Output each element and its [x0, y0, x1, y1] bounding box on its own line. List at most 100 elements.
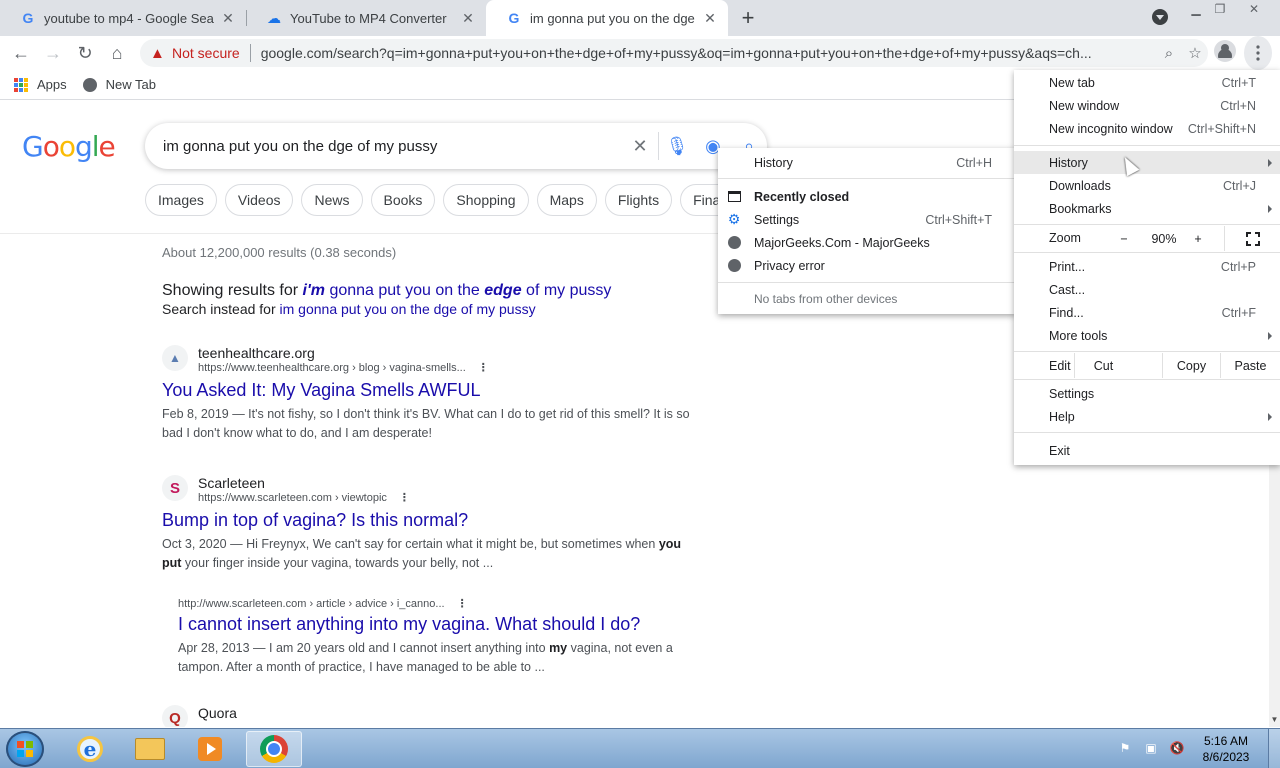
menu-help[interactable]: Help — [1014, 405, 1280, 428]
cut-button[interactable]: Cut — [1074, 353, 1132, 378]
action-center-flag-icon[interactable]: ⚑ — [1118, 741, 1132, 755]
copy-button[interactable]: Copy — [1162, 353, 1220, 378]
search-result: Q Quora — [162, 705, 702, 727]
result-title-link[interactable]: You Asked It: My Vagina Smells AWFUL — [162, 380, 702, 401]
result-snippet: Oct 3, 2020 — Hi Freynyx, We can't say f… — [162, 537, 682, 570]
volume-muted-icon[interactable]: 🔇 — [1170, 741, 1185, 755]
result-title-link[interactable]: I cannot insert anything into my vagina.… — [178, 614, 708, 635]
submenu-privacy-error[interactable]: Privacy error — [718, 254, 1016, 277]
menu-more-tools[interactable]: More tools — [1014, 324, 1280, 347]
tab-title: YouTube to MP4 Converter — [290, 10, 447, 26]
clear-x-icon[interactable]: ✕ — [622, 128, 658, 164]
close-tab-icon[interactable]: ✕ — [460, 10, 476, 26]
menu-history[interactable]: History — [1014, 151, 1280, 174]
url-text[interactable]: google.com/search?q=im+gonna+put+you+on+… — [261, 45, 1156, 61]
close-window-icon[interactable]: ✕ — [1242, 0, 1266, 18]
menu-find[interactable]: Find... Ctrl+F — [1014, 301, 1280, 324]
chip-shopping[interactable]: Shopping — [443, 184, 529, 216]
submenu-separator — [718, 282, 1016, 283]
browser-toolbar: ← → ↻ ⌂ ▲ Not secure google.com/search?q… — [0, 36, 1280, 70]
submenu-separator — [718, 178, 1016, 179]
network-icon[interactable]: ▣ — [1144, 741, 1158, 755]
system-clock[interactable]: 5:16 AM 8/6/2023 — [1196, 733, 1256, 765]
chip-flights[interactable]: Flights — [604, 184, 673, 216]
menu-new-window[interactable]: New window Ctrl+N — [1014, 94, 1280, 117]
submenu-arrow-icon — [1268, 158, 1272, 167]
site-favicon-icon: ▲ — [162, 345, 188, 371]
gear-icon: ⚙ — [727, 211, 741, 227]
menu-new-tab[interactable]: New tab Ctrl+T — [1014, 71, 1280, 94]
result-source[interactable]: Q Quora — [162, 705, 702, 727]
back-arrow-icon[interactable]: ← — [8, 40, 34, 66]
original-query-link[interactable]: im gonna put you on the dge of my pussy — [280, 301, 536, 317]
quora-favicon-icon: Q — [162, 705, 188, 727]
menu-settings[interactable]: Settings — [1014, 382, 1280, 405]
chrome-main-menu: New tab Ctrl+T New window Ctrl+N New incog… — [1014, 70, 1280, 465]
bookmark-new-tab[interactable]: New Tab — [82, 77, 156, 92]
submenu-history[interactable]: History Ctrl+H — [718, 151, 1016, 174]
taskbar-chrome[interactable] — [246, 731, 302, 767]
submenu-settings[interactable]: ⚙ Settings Ctrl+Shift+T — [718, 208, 1016, 231]
system-tray: ⚑ ▣ 🔇 — [1118, 741, 1196, 755]
warning-triangle-icon[interactable]: ▲ — [150, 45, 166, 62]
result-options-icon[interactable]: ⋮ — [478, 362, 489, 374]
chrome-menu-kebab-icon[interactable] — [1244, 36, 1272, 70]
windows-taskbar: e ⚑ ▣ 🔇 5:16 AM 8/6/2023 — [0, 728, 1280, 768]
show-desktop-button[interactable] — [1268, 729, 1280, 768]
chip-maps[interactable]: Maps — [536, 184, 597, 216]
zoom-out-button[interactable]: − — [1110, 226, 1138, 251]
submenu-majorgeeks[interactable]: MajorGeeks.Com - MajorGeeks — [718, 231, 1016, 254]
search-box[interactable]: im gonna put you on the dge of my pussy … — [145, 123, 767, 169]
chip-videos[interactable]: Videos — [224, 184, 294, 216]
tab-search-icon[interactable] — [1152, 9, 1168, 25]
result-options-icon[interactable]: ⋮ — [399, 492, 410, 504]
corrected-query-link[interactable]: i'm gonna put you on the edge of my puss… — [303, 282, 612, 299]
menu-exit[interactable]: Exit — [1014, 439, 1280, 462]
forward-arrow-icon[interactable]: → — [40, 40, 66, 66]
bookmark-star-icon[interactable]: ☆ — [1182, 40, 1208, 66]
result-title-link[interactable]: Bump in top of vagina? Is this normal? — [162, 510, 702, 531]
result-source[interactable]: S Scarleteen https://www.scarleteen.com … — [162, 475, 702, 504]
search-input[interactable]: im gonna put you on the dge of my pussy — [163, 138, 622, 155]
close-tab-icon[interactable]: ✕ — [702, 10, 718, 26]
menu-print[interactable]: Print... Ctrl+P — [1014, 255, 1280, 278]
address-bar[interactable]: ▲ Not secure google.com/search?q=im+gonn… — [140, 39, 1208, 67]
result-options-icon[interactable]: ⋮ — [457, 598, 468, 610]
tab-youtube-to-mp4-search[interactable]: G youtube to mp4 - Google Search ✕ — [0, 0, 246, 36]
close-tab-icon[interactable]: ✕ — [220, 10, 236, 26]
start-button[interactable] — [6, 731, 44, 767]
menu-bookmarks[interactable]: Bookmarks — [1014, 197, 1280, 220]
folder-icon — [135, 738, 165, 760]
menu-new-incognito-window[interactable]: New incognito window Ctrl+Shift+N — [1014, 117, 1280, 140]
search-instead: Search instead for im gonna put you on t… — [162, 301, 536, 317]
submenu-recently-closed: Recently closed — [718, 185, 1016, 208]
google-logo[interactable]: Google — [22, 130, 116, 163]
taskbar-file-explorer[interactable] — [122, 731, 178, 767]
profile-avatar-icon[interactable] — [1214, 40, 1236, 62]
zoom-magnifier-icon[interactable]: ⌕ — [1156, 40, 1182, 66]
menu-separator — [1014, 432, 1280, 433]
restore-icon[interactable]: ❐ — [1208, 0, 1232, 18]
chip-news[interactable]: News — [301, 184, 363, 216]
taskbar-internet-explorer[interactable]: e — [62, 731, 118, 767]
tab-active-search[interactable]: G im gonna put you on the dge of ✕ — [486, 0, 728, 36]
tab-youtube-converter[interactable]: ☁ YouTube to MP4 Converter ✕ — [246, 0, 486, 36]
security-status[interactable]: Not secure — [172, 45, 240, 61]
chip-books[interactable]: Books — [370, 184, 436, 216]
taskbar-media-player[interactable] — [182, 731, 238, 767]
microphone-icon[interactable]: 🎙 — [659, 128, 695, 164]
paste-button[interactable]: Paste — [1220, 353, 1280, 378]
bookmark-apps[interactable]: Apps — [14, 77, 67, 92]
zoom-in-button[interactable]: + — [1184, 226, 1212, 251]
menu-cast[interactable]: Cast... — [1014, 278, 1280, 301]
result-source[interactable]: ▲ teenhealthcare.org https://www.teenhea… — [162, 345, 702, 374]
minimize-icon[interactable]: ▁ — [1184, 0, 1208, 18]
result-url: http://www.scarleteen.com › article › ad… — [178, 598, 445, 610]
reload-icon[interactable]: ↻ — [72, 40, 98, 66]
fullscreen-icon[interactable] — [1224, 226, 1280, 251]
scroll-down-arrow-icon[interactable]: ▼ — [1269, 712, 1280, 726]
menu-downloads[interactable]: Downloads Ctrl+J — [1014, 174, 1280, 197]
home-icon[interactable]: ⌂ — [104, 40, 130, 66]
new-tab-plus-icon[interactable]: + — [736, 5, 760, 30]
chip-images[interactable]: Images — [145, 184, 217, 216]
